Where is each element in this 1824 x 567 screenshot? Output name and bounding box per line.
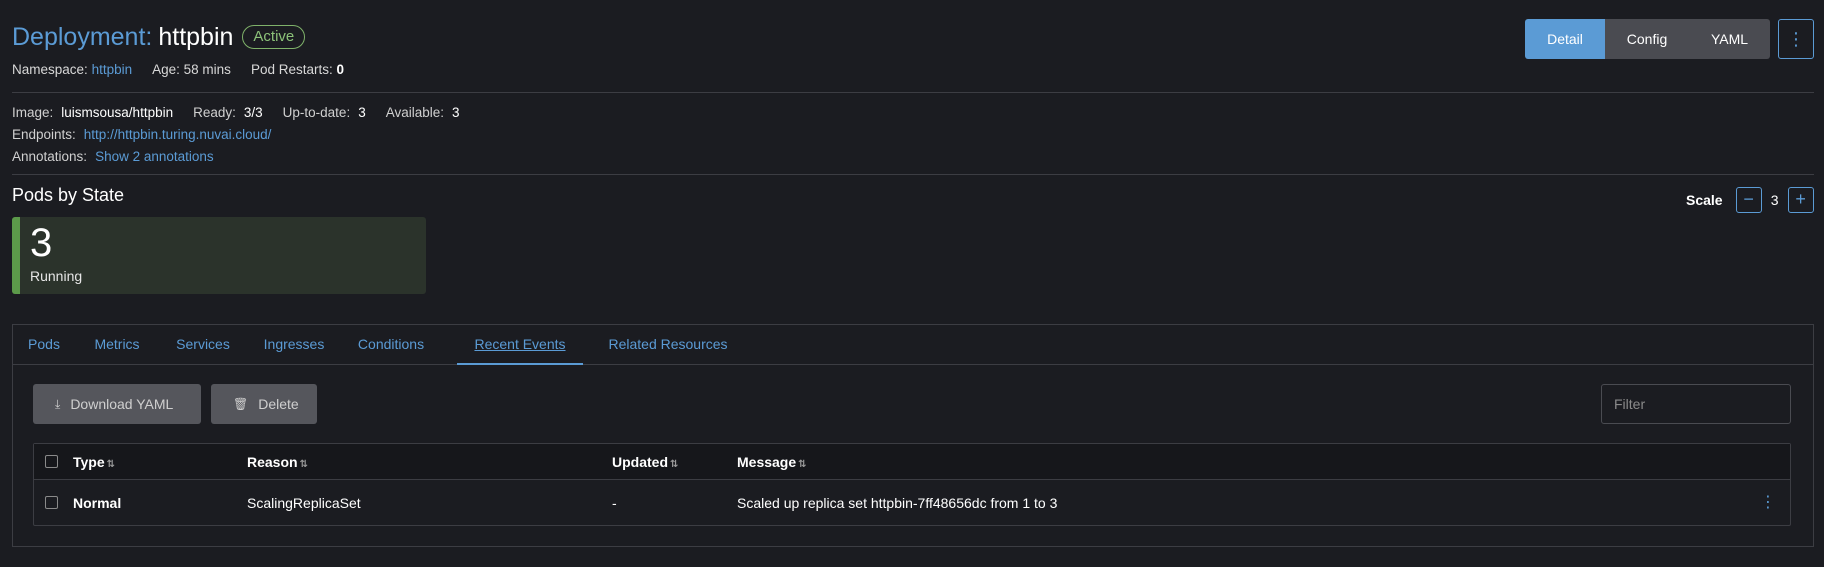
delete-button[interactable]: 🗑 Delete [211,384,317,424]
deployment-info: Image: luismsousa/httpbin Ready: 3/3 Up-… [12,102,480,168]
download-yaml-label: Download YAML [70,396,174,412]
image-label: Image: [12,105,54,120]
column-updated[interactable]: Updated ⇅ [612,444,678,480]
filter-input[interactable]: Filter [1601,384,1791,424]
table-row: Normal ScalingReplicaSet - Scaled up rep… [34,480,1790,526]
kebab-vertical-icon: ⋮ [1787,29,1805,49]
age-label: Age: [152,62,180,77]
tab-pods[interactable]: Pods [13,325,75,365]
column-type[interactable]: Type ⇅ [73,444,115,480]
available-value: 3 [452,105,460,120]
scale-increase-button[interactable]: + [1787,187,1814,213]
divider [12,92,1814,93]
tab-services[interactable]: Services [159,325,247,365]
actions-menu-button[interactable]: ⋮ [1778,19,1814,59]
kebab-vertical-icon: ⋮ [1760,494,1776,511]
uptodate-label: Up-to-date: [282,105,351,120]
restarts-value: 0 [336,62,345,77]
running-count: 3 [30,221,53,265]
ready-value: 3/3 [243,105,263,120]
title-prefix: Deployment: [12,22,153,51]
endpoint-link[interactable]: http://httpbin.turing.nuvai.cloud/ [84,124,272,146]
config-button[interactable]: Config [1605,19,1689,59]
show-annotations-link[interactable]: Show 2 annotations [95,146,214,168]
column-reason[interactable]: Reason ⇅ [247,444,308,480]
view-toggle: Detail Config YAML [1525,19,1770,59]
download-icon: ⤓ [55,397,61,411]
scale-label: Scale [1686,192,1723,208]
table-header: Type ⇅ Reason ⇅ Updated ⇅ Message ⇅ [34,444,1790,480]
annotations-label: Annotations: [12,149,88,164]
age-value: 58 mins [183,62,231,77]
event-message: Scaled up replica set httpbin-7ff48656dc… [737,495,1058,511]
divider [12,174,1814,175]
restarts-label: Pod Restarts: [250,62,333,77]
minus-icon: − [1743,189,1754,209]
scale-value: 3 [1770,192,1779,208]
row-checkbox[interactable] [45,496,58,509]
page-header: Deployment: httpbin Active Namespace: ht… [12,20,364,78]
tab-related-resources[interactable]: Related Resources [593,325,743,365]
scale-decrease-button[interactable]: − [1735,187,1762,213]
uptodate-value: 3 [358,105,366,120]
sort-icon: ⇅ [106,459,116,470]
page-title: Deployment: httpbin Active [12,20,364,54]
tab-conditions[interactable]: Conditions [341,325,441,365]
yaml-button[interactable]: YAML [1689,19,1770,59]
row-actions-button[interactable]: ⋮ [1760,480,1776,526]
deployment-name: httpbin [158,22,234,51]
pods-by-state-title: Pods by State [12,185,125,205]
sort-icon: ⇅ [299,459,308,470]
scale-control: Scale − 3 + [1686,187,1814,213]
available-label: Available: [385,105,445,120]
plus-icon: + [1795,189,1806,209]
delete-label: Delete [258,396,299,412]
event-reason: ScalingReplicaSet [247,495,361,511]
tab-metrics[interactable]: Metrics [75,325,159,365]
tab-bar: Pods Metrics Services Ingresses Conditio… [13,325,1813,365]
running-state-card: 3 Running [12,217,426,294]
running-label: Running [30,268,83,284]
namespace-link[interactable]: httpbin [92,62,133,77]
state-color-bar [12,217,20,294]
sort-icon: ⇅ [798,459,807,470]
sort-icon: ⇅ [670,459,679,470]
column-message[interactable]: Message ⇅ [737,444,807,480]
select-all-checkbox[interactable] [45,455,58,468]
download-yaml-button[interactable]: ⤓ Download YAML [33,384,201,424]
namespace-label: Namespace: [12,62,88,77]
tab-ingresses[interactable]: Ingresses [247,325,341,365]
endpoints-label: Endpoints: [12,127,76,142]
events-table: Type ⇅ Reason ⇅ Updated ⇅ Message ⇅ Normal S… [33,443,1791,526]
image-value: luismsousa/httpbin [61,105,174,120]
meta-row: Namespace: httpbin Age: 58 mins Pod Rest… [12,62,364,77]
status-badge: Active [242,25,306,49]
event-type: Normal [73,495,122,511]
detail-button[interactable]: Detail [1525,19,1605,59]
tab-recent-events[interactable]: Recent Events [457,325,583,365]
event-updated: - [612,495,617,511]
trash-icon: 🗑 [233,397,249,411]
ready-label: Ready: [193,105,236,120]
tabs-panel: Pods Metrics Services Ingresses Conditio… [12,324,1814,547]
